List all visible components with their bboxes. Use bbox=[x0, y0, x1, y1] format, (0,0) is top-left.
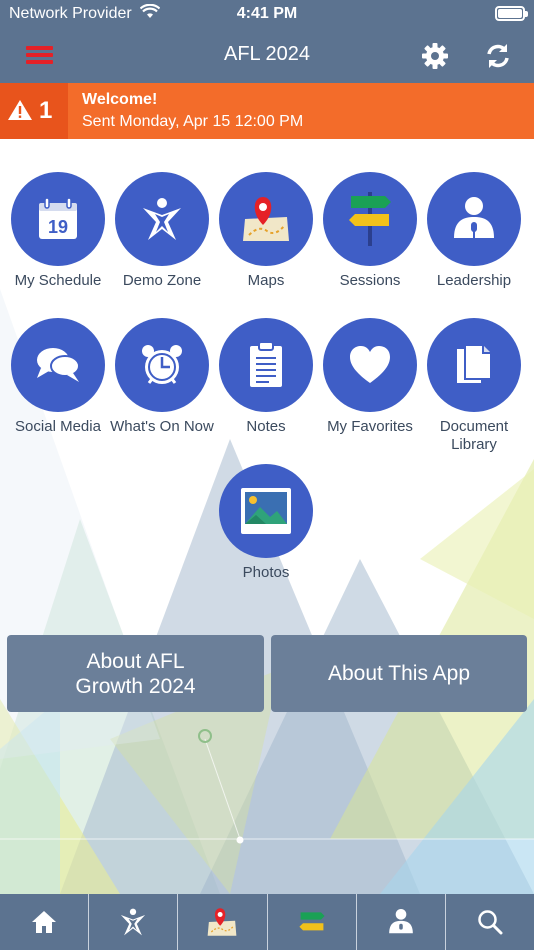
tab-leadership[interactable] bbox=[357, 894, 446, 950]
tile-label: My Favorites bbox=[327, 418, 413, 435]
tab-bar bbox=[0, 894, 534, 950]
star-figure-icon bbox=[121, 908, 146, 936]
alert-title: Welcome! bbox=[82, 91, 158, 108]
refresh-icon[interactable] bbox=[483, 41, 513, 71]
chat-bubbles-icon bbox=[11, 318, 105, 412]
tile-photos[interactable]: Photos bbox=[214, 464, 318, 582]
star-figure-icon bbox=[115, 172, 209, 266]
signpost-icon bbox=[298, 912, 325, 931]
tab-search[interactable] bbox=[446, 894, 534, 950]
search-icon bbox=[478, 910, 503, 935]
tile-leadership[interactable]: Leadership bbox=[422, 172, 526, 290]
alert-subtitle: Sent Monday, Apr 15 12:00 PM bbox=[82, 113, 304, 130]
map-pin-icon bbox=[219, 172, 313, 266]
photo-icon bbox=[219, 464, 313, 558]
about-afl-button[interactable]: About AFL Growth 2024 bbox=[7, 635, 264, 712]
heart-icon bbox=[323, 318, 417, 412]
alarm-clock-icon bbox=[115, 318, 209, 412]
calendar-icon: 19 bbox=[11, 172, 105, 266]
speaker-icon bbox=[388, 909, 413, 934]
status-bar: Network Provider 4:41 PM bbox=[0, 0, 534, 28]
map-pin-icon bbox=[208, 908, 237, 936]
tile-social-media[interactable]: Social Media bbox=[6, 318, 110, 436]
about-app-label: About This App bbox=[327, 662, 471, 685]
speaker-icon bbox=[427, 172, 521, 266]
tile-label: My Schedule bbox=[14, 272, 102, 289]
about-afl-label: About AFL Growth 2024 bbox=[75, 649, 196, 698]
tile-my-schedule[interactable]: 19 My Schedule bbox=[6, 172, 110, 290]
documents-icon bbox=[427, 318, 521, 412]
clipboard-icon bbox=[219, 318, 313, 412]
tile-label: Notes bbox=[246, 418, 286, 435]
tile-sessions[interactable]: Sessions bbox=[318, 172, 422, 290]
page-title: AFL 2024 bbox=[224, 43, 310, 65]
tile-whats-on-now[interactable]: What's On Now bbox=[110, 318, 214, 436]
tile-label: Demo Zone bbox=[122, 272, 202, 289]
tile-label: Social Media bbox=[15, 418, 101, 435]
tile-label: Document Library bbox=[439, 418, 509, 453]
clock: 4:41 PM bbox=[236, 5, 298, 22]
gear-icon[interactable] bbox=[420, 41, 450, 71]
tile-my-favorites[interactable]: My Favorites bbox=[318, 318, 422, 436]
tile-label: Photos bbox=[242, 564, 290, 581]
tile-label: Sessions bbox=[339, 272, 401, 289]
battery-icon bbox=[495, 6, 528, 21]
home-icon bbox=[32, 911, 57, 933]
tile-document-library[interactable]: Document Library bbox=[422, 318, 526, 454]
tab-demo-zone[interactable] bbox=[89, 894, 179, 950]
calendar-day: 19 bbox=[48, 217, 68, 237]
tile-maps[interactable]: Maps bbox=[214, 172, 318, 290]
about-app-button[interactable]: About This App bbox=[271, 635, 527, 712]
alert-count: 1 bbox=[39, 97, 53, 124]
tab-maps[interactable] bbox=[178, 894, 268, 950]
tile-label: Leadership bbox=[436, 272, 512, 289]
warning-icon bbox=[8, 100, 32, 120]
nav-bar: AFL 2024 bbox=[0, 28, 534, 83]
tab-sessions[interactable] bbox=[268, 894, 357, 950]
alert-banner[interactable]: 1 Welcome! Sent Monday, Apr 15 12:00 PM bbox=[0, 83, 534, 139]
signpost-icon bbox=[323, 172, 417, 266]
tile-notes[interactable]: Notes bbox=[214, 318, 318, 436]
alert-badge: 1 bbox=[0, 83, 68, 139]
tile-label: Maps bbox=[247, 272, 285, 289]
tile-label: What's On Now bbox=[110, 418, 214, 435]
tab-home[interactable] bbox=[0, 894, 90, 950]
tile-demo-zone[interactable]: Demo Zone bbox=[110, 172, 214, 290]
